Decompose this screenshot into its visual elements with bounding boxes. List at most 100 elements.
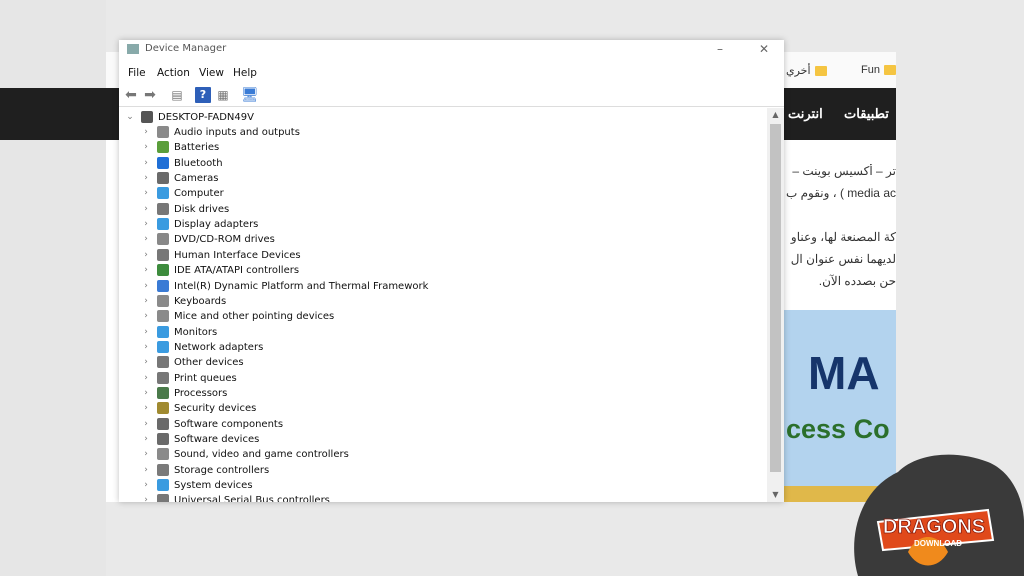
chevron-right-icon[interactable]: ›	[142, 294, 150, 309]
menu-view[interactable]: View	[199, 67, 224, 79]
camera-icon	[157, 172, 169, 185]
device-category-label: Batteries	[174, 142, 220, 154]
chevron-right-icon[interactable]: ›	[142, 386, 150, 401]
device-category-label: Software devices	[174, 434, 260, 445]
title-bar: Device Manager – ✕	[119, 40, 784, 60]
vertical-scrollbar[interactable]: ▲ ▼	[767, 108, 784, 502]
device-category-label: Audio inputs and outputs	[174, 127, 300, 138]
computer-icon	[157, 187, 169, 200]
chevron-right-icon[interactable]: ›	[142, 156, 150, 171]
chip-icon	[157, 279, 169, 292]
device-category-label: Computer	[174, 188, 224, 200]
chevron-right-icon[interactable]: ›	[142, 432, 150, 447]
chevron-right-icon[interactable]: ›	[142, 493, 150, 502]
menu-help[interactable]: Help	[233, 67, 257, 79]
toolbar: ⬅ ➡ ▤ ? ▦ 🖥	[119, 84, 784, 107]
scroll-down-icon[interactable]: ▼	[767, 490, 784, 499]
article-line: لديهما نفس عنوان ال	[790, 252, 896, 266]
device-category-label: Security devices	[174, 403, 257, 415]
chevron-right-icon[interactable]: ›	[142, 447, 150, 462]
window-title: Device Manager	[145, 43, 227, 54]
chevron-right-icon[interactable]: ›	[142, 309, 150, 324]
device-category-label: Keyboards	[174, 295, 227, 307]
forward-arrow-icon[interactable]: ➡	[142, 87, 158, 103]
device-category-label: Display adapters	[174, 219, 259, 231]
chevron-right-icon[interactable]: ›	[142, 463, 150, 478]
article-line: تر – أكسيس بوينت –	[792, 164, 896, 178]
chevron-right-icon[interactable]: ›	[142, 202, 150, 217]
device-category-label: Sound, video and game controllers	[174, 449, 349, 461]
chevron-right-icon[interactable]: ›	[142, 217, 150, 232]
close-icon[interactable]: ✕	[759, 42, 769, 56]
computer-root-icon	[141, 111, 153, 123]
mouse-icon	[157, 310, 169, 323]
device-category-label: Software components	[174, 418, 284, 430]
unknown-device-icon	[157, 356, 169, 369]
chevron-right-icon[interactable]: ›	[142, 263, 150, 278]
nav-internet[interactable]: انترنت	[788, 106, 823, 122]
chevron-right-icon[interactable]: ›	[142, 248, 150, 263]
system-device-icon	[157, 479, 169, 492]
device-category-label: DVD/CD-ROM drives	[174, 234, 275, 246]
properties-icon[interactable]: ▤	[169, 87, 185, 103]
chevron-right-icon[interactable]: ›	[142, 171, 150, 186]
chevron-right-icon[interactable]: ›	[142, 355, 150, 370]
printer-icon	[157, 371, 169, 384]
help-icon[interactable]: ?	[195, 87, 211, 103]
menu-action[interactable]: Action	[157, 67, 190, 79]
bookmark-other[interactable]: أخري	[786, 64, 827, 77]
device-manager-window: Device Manager – ✕ File Action View Help…	[119, 40, 784, 502]
scroll-up-icon[interactable]: ▲	[767, 110, 784, 119]
disk-icon	[157, 202, 169, 215]
chevron-right-icon[interactable]: ›	[142, 186, 150, 201]
chevron-right-icon[interactable]: ›	[142, 125, 150, 140]
bluetooth-icon	[157, 156, 169, 169]
nav-apps[interactable]: تطبيقات	[844, 106, 889, 122]
chevron-right-icon[interactable]: ›	[142, 279, 150, 294]
folder-icon	[814, 66, 827, 77]
scrollbar-thumb[interactable]	[770, 124, 781, 472]
chevron-right-icon[interactable]: ›	[142, 371, 150, 386]
chevron-right-icon[interactable]: ›	[142, 232, 150, 247]
battery-icon	[157, 141, 169, 154]
ide-controller-icon	[157, 264, 169, 277]
device-category-label: Other devices	[174, 357, 244, 369]
chevron-right-icon[interactable]: ›	[142, 401, 150, 416]
device-category-label: Intel(R) Dynamic Platform and Thermal Fr…	[174, 280, 429, 292]
device-category-label: Processors	[174, 387, 228, 399]
chevron-right-icon[interactable]: ›	[142, 478, 150, 493]
logo-text: DRAGONS	[883, 516, 985, 538]
monitor-icon	[157, 325, 169, 338]
hid-icon	[157, 248, 169, 261]
minimize-icon[interactable]: –	[717, 42, 723, 56]
software-device-icon	[157, 433, 169, 445]
device-category-label: Storage controllers	[174, 464, 270, 476]
storage-icon	[157, 463, 169, 476]
software-component-icon	[157, 417, 169, 430]
left-margin	[0, 0, 106, 576]
scan-hardware-icon[interactable]: 🖥	[241, 87, 259, 103]
menu-file[interactable]: File	[128, 67, 146, 79]
device-category-label: Universal Serial Bus controllers	[174, 495, 330, 502]
chevron-right-icon[interactable]: ›	[142, 325, 150, 340]
article-line: حن بصدده الآن.	[818, 274, 896, 288]
bookmark-fun[interactable]: Fun	[861, 64, 896, 76]
device-category-label: Mice and other pointing devices	[174, 311, 335, 323]
chevron-right-icon[interactable]: ›	[142, 417, 150, 432]
view-icon[interactable]: ▦	[215, 87, 231, 103]
device-category-label: Network adapters	[174, 341, 264, 353]
processor-icon	[157, 386, 169, 399]
chevron-right-icon[interactable]: ›	[142, 340, 150, 355]
dragons-download-logo: DRAGONS DOWNLOAD	[854, 454, 1024, 576]
dvd-icon	[157, 233, 169, 246]
root-label: DESKTOP-FADN49V	[158, 112, 254, 123]
chevron-down-icon[interactable]: ⌄	[126, 110, 134, 125]
menu-bar: File Action View Help	[119, 64, 784, 84]
device-tree: ⌄ DESKTOP-FADN49V › Audio inputs and outp…	[119, 108, 767, 502]
back-arrow-icon[interactable]: ⬅	[123, 87, 139, 103]
device-manager-icon	[127, 44, 139, 54]
article-line: media ac ) ، ونقوم ب	[786, 186, 896, 200]
chevron-right-icon[interactable]: ›	[142, 140, 150, 155]
article-line: كة المصنعة لها، وعناو	[790, 230, 896, 244]
left-dark-band	[0, 88, 106, 140]
